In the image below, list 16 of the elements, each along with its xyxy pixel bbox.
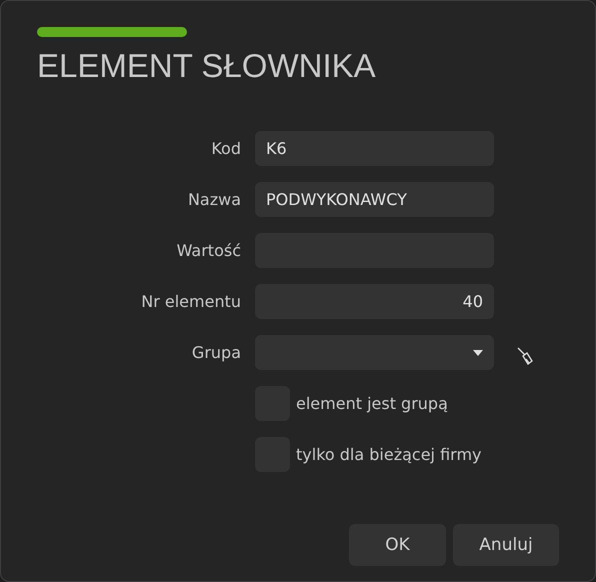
input-field[interactable]: PODWYKONAWCY — [255, 182, 494, 217]
checkbox-label: tylko dla bieżącej firmy — [296, 445, 482, 464]
dialog-title: ELEMENT SŁOWNIKA — [37, 46, 377, 86]
caret-icon — [473, 350, 483, 356]
field-label: Grupa — [190, 343, 242, 362]
field-label: Nr elementu — [140, 292, 242, 311]
dialog-button[interactable]: Anuluj — [453, 524, 559, 566]
broom-icon[interactable] — [517, 346, 535, 366]
input-field[interactable]: K6 — [255, 131, 494, 166]
field-label: Kod — [210, 139, 242, 158]
dialog-button[interactable]: OK — [349, 524, 446, 566]
dropdown-field[interactable] — [255, 335, 494, 370]
field-label: Wartość — [176, 241, 242, 260]
checkbox-label: element jest grupą — [296, 394, 448, 413]
input-field[interactable]: 40 — [255, 284, 494, 319]
field-label: Nazwa — [186, 190, 242, 209]
